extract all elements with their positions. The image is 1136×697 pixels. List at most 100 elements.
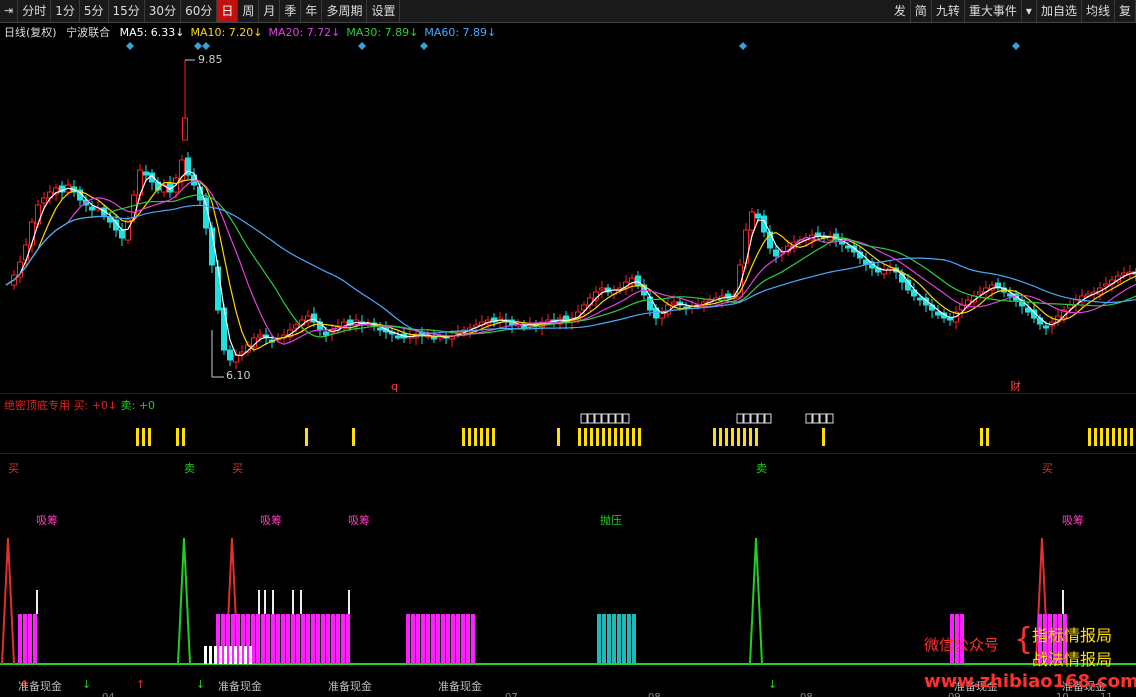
ma-values: MA5: 6.33↓ MA10: 7.20↓ MA20: 7.72↓ MA30: 7.… (120, 26, 503, 39)
yellow-bar (725, 428, 728, 446)
tool-button-1[interactable]: 简 (911, 0, 932, 22)
white-box-marker (819, 413, 827, 424)
period-button-2[interactable]: 1分 (51, 0, 80, 22)
magenta-block (316, 614, 320, 664)
ma30-line (5, 194, 1136, 338)
yellow-bar (492, 428, 495, 446)
magenta-block (291, 614, 295, 664)
magenta-block (296, 614, 300, 664)
period-button-7[interactable]: 日 (217, 0, 239, 22)
white-base-tick (229, 646, 232, 664)
candle-body (845, 245, 851, 249)
yellow-bar (1100, 428, 1103, 446)
period-button-3[interactable]: 5分 (80, 0, 109, 22)
white-box-marker (812, 413, 820, 424)
magenta-block (18, 614, 22, 664)
period-button-1[interactable]: 分时 (18, 0, 52, 22)
white-base-tick (224, 646, 227, 664)
candle-body (143, 171, 149, 176)
candle-body (395, 335, 401, 339)
magenta-block (421, 614, 425, 664)
accumulation-label: 吸筹 (1062, 513, 1084, 527)
indicator-buy-count: 买: +0↓ (73, 399, 118, 412)
pin-icon[interactable]: ⇥ (0, 0, 19, 22)
magenta-block (451, 614, 455, 664)
high-price-label: 9.85 (198, 53, 223, 66)
yellow-bar (1112, 428, 1115, 446)
period-button-6[interactable]: 60分 (181, 0, 218, 22)
event-cai-label: 财 (1010, 379, 1021, 393)
ma-label-2: MA20: 7.72↓ (268, 26, 341, 39)
event-diamond-icon (358, 42, 366, 50)
spike-line (749, 537, 763, 665)
yellow-bar (480, 428, 483, 446)
white-base-tick (204, 646, 207, 664)
cyan-block (622, 614, 626, 664)
white-base-tick (239, 646, 242, 664)
tool-button-6[interactable]: 均线 (1082, 0, 1115, 22)
tool-button-2[interactable]: 九转 (932, 0, 965, 22)
candle-body (323, 331, 329, 336)
white-box-marker (736, 413, 744, 424)
period-button-12[interactable]: 多周期 (322, 0, 368, 22)
buy-signal-label: 买 (1042, 462, 1053, 475)
tool-button-5[interactable]: 加自选 (1037, 0, 1082, 22)
yellow-bar (1124, 428, 1127, 446)
prepare-cash-label: 准备现金 (438, 679, 482, 693)
low-price-label: 6.10 (226, 369, 251, 382)
watermark-brace: { (1014, 622, 1034, 657)
yellow-bar (822, 428, 825, 446)
yellow-bar (1130, 428, 1133, 446)
spike-line (1, 537, 15, 665)
yellow-bar (986, 428, 989, 446)
event-diamond-icon (739, 42, 747, 50)
ma-label-4: MA60: 7.89↓ (424, 26, 497, 39)
white-base-tick (209, 646, 212, 664)
candle-body (119, 229, 125, 239)
white-box-marker (587, 413, 595, 424)
candle-body (35, 204, 41, 225)
magenta-block (456, 614, 460, 664)
magenta-block (276, 614, 280, 664)
selling-pressure-label: 抛压 (600, 513, 622, 527)
tool-button-7[interactable]: 复 (1115, 0, 1136, 22)
period-button-10[interactable]: 季 (280, 0, 302, 22)
candle-body (599, 287, 605, 291)
yellow-bar (462, 428, 465, 446)
candlestick-series (11, 152, 1136, 369)
candle-body (41, 197, 47, 204)
period-button-5[interactable]: 30分 (145, 0, 182, 22)
date-axis-label: 08 (800, 692, 813, 697)
magenta-block (301, 614, 305, 664)
white-box-marker (764, 413, 772, 424)
date-axis-label: 08 (648, 692, 661, 697)
candle-body (1067, 304, 1073, 309)
cyan-block (607, 614, 611, 664)
period-toolbar-left: ⇥ 分时 1分 5分 15分 30分 60分日周月季年多周期 设置 (0, 0, 401, 22)
magenta-block (436, 614, 440, 664)
yellow-bar (1088, 428, 1091, 446)
tool-button-3[interactable]: 重大事件 (965, 0, 1022, 22)
period-button-4[interactable]: 15分 (109, 0, 145, 22)
sell-signal-label: 卖 (184, 462, 195, 475)
yellow-bar (614, 428, 617, 446)
yellow-bar (608, 428, 611, 446)
tool-button-4[interactable]: ▾ (1022, 0, 1037, 22)
tool-button-0[interactable]: 发 (890, 0, 911, 22)
yellow-bar (980, 428, 983, 446)
candle-body (257, 334, 263, 338)
accumulation-label: 吸筹 (260, 513, 282, 527)
white-tick (36, 590, 38, 614)
period-button-9[interactable]: 月 (259, 0, 281, 22)
candle-body (1103, 283, 1109, 287)
event-diamond-icon (1012, 42, 1020, 50)
period-label: 日线(复权) (4, 26, 57, 39)
date-axis-label: 04 (102, 692, 115, 697)
chart-canvas[interactable]: 9.856.10q 财买买买卖 卖吸筹 吸筹 吸筹 吸筹抛压准备现金 准备现金 准备现金 准备现… (0, 40, 1136, 697)
period-button-8[interactable]: 周 (238, 0, 260, 22)
period-button-13[interactable]: 设置 (367, 0, 401, 22)
white-tick (1062, 590, 1064, 614)
magenta-block (281, 614, 285, 664)
period-button-11[interactable]: 年 (301, 0, 323, 22)
magenta-block (466, 614, 470, 664)
